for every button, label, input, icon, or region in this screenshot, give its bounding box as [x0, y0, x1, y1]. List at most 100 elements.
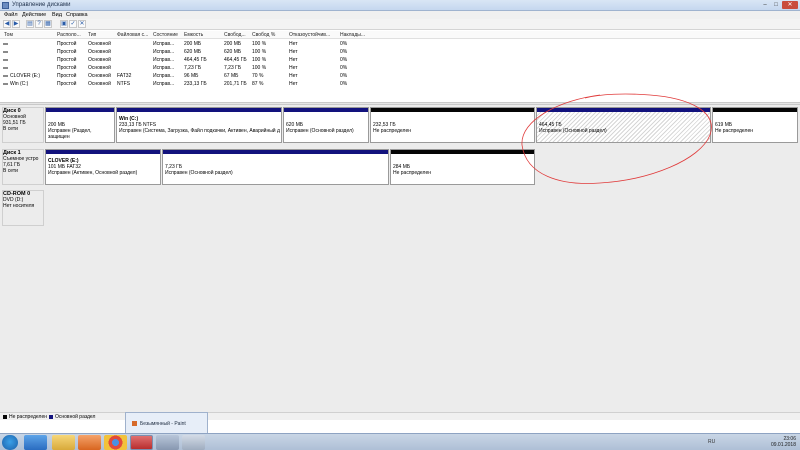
- col-volume[interactable]: Том: [4, 32, 13, 38]
- back-icon[interactable]: ◀: [3, 20, 11, 28]
- help-icon[interactable]: ?: [35, 20, 43, 28]
- disk-0-label[interactable]: Диск 0 Основной 931,51 ГБ В сети: [2, 107, 44, 143]
- cell-volume: CLOVER (E:): [10, 73, 41, 79]
- cell-type: Основной: [88, 81, 111, 87]
- col-status[interactable]: Состояние: [153, 32, 178, 38]
- start-orb[interactable]: [2, 435, 18, 450]
- refresh-icon[interactable]: ▦: [44, 20, 52, 28]
- table-row[interactable]: CLOVER (E:) Простой Основной FAT32 Испра…: [0, 72, 800, 80]
- cell-status: Исправ...: [153, 65, 175, 71]
- table-row[interactable]: Простой Основной Исправ... 464,45 ГБ 464…: [0, 56, 800, 64]
- cell-free: 7,23 ГБ: [224, 65, 242, 71]
- primary-partition-bar: [117, 108, 281, 112]
- menu-file[interactable]: Файл: [4, 12, 18, 18]
- col-type[interactable]: Тип: [88, 32, 96, 38]
- menu-help[interactable]: Справка: [66, 12, 88, 18]
- maximize-button[interactable]: □: [771, 1, 781, 9]
- cell-type: Основной: [88, 65, 111, 71]
- toolbar: ◀ ▶ ▤ ? ▦ ▣ ✓ ✕: [0, 19, 800, 30]
- close-button[interactable]: ✕: [782, 1, 798, 9]
- col-filesystem[interactable]: Файловая с...: [117, 32, 148, 38]
- window-title: Управление дисками: [12, 2, 71, 8]
- table-row[interactable]: Простой Основной Исправ... 7,23 ГБ 7,23 …: [0, 64, 800, 72]
- cell-status: Исправ...: [153, 49, 175, 55]
- cell-layout: Простой: [57, 81, 77, 87]
- disk-status: В сети: [3, 126, 18, 132]
- col-overhead[interactable]: Наклады...: [340, 32, 365, 38]
- connect-icon[interactable]: ▣: [60, 20, 68, 28]
- partition-block[interactable]: 620 МБ Исправен (Основной раздел): [283, 107, 369, 143]
- partition-block[interactable]: Win (C:) 233,13 ГБ NTFS Исправен (Система,…: [116, 107, 282, 143]
- menu-action[interactable]: Действие: [22, 12, 46, 18]
- cell-free-pct: 100 %: [252, 41, 267, 47]
- disk-1-label[interactable]: Диск 1 Съемное устро 7,61 ГБ В сети: [2, 149, 44, 185]
- primary-partition-bar: [46, 108, 114, 112]
- volume-table-header: Том Располо... Тип Файловая с... Состоян…: [0, 31, 800, 39]
- disk-management-icon[interactable]: [156, 435, 179, 450]
- legend-swatch-unallocated: [3, 415, 7, 419]
- media-player-icon[interactable]: [78, 435, 101, 450]
- cell-free: 200 МБ: [224, 41, 242, 47]
- paint-thumbnail-popup[interactable]: Безымянный - Paint: [125, 412, 208, 434]
- drive-icon: [3, 42, 8, 45]
- table-row[interactable]: Простой Основной Исправ... 620 МБ 620 МБ…: [0, 48, 800, 56]
- cell-fs: FAT32: [117, 73, 132, 79]
- partition-status: Исправен (Основной раздел): [286, 128, 354, 134]
- legend-primary: Основной раздел: [55, 414, 96, 420]
- cell-layout: Простой: [57, 41, 77, 47]
- partition-status: Исправен (Основной раздел): [539, 128, 607, 134]
- cell-layout: Простой: [57, 49, 77, 55]
- cell-overhead: 0%: [340, 81, 348, 87]
- cell-capacity: 620 МБ: [184, 49, 202, 55]
- check-icon[interactable]: ✓: [69, 20, 77, 28]
- paint-icon[interactable]: [130, 435, 153, 450]
- partition-block[interactable]: 284 МБ Не распределен: [390, 149, 535, 185]
- cell-free-pct: 100 %: [252, 65, 267, 71]
- cell-fs: NTFS: [117, 81, 131, 87]
- cdrom-label[interactable]: CD-ROM 0 DVD (D:) Нет носителя: [2, 190, 44, 226]
- cell-fault: Нет: [289, 81, 298, 87]
- properties-icon[interactable]: ▤: [26, 20, 34, 28]
- cell-fault: Нет: [289, 65, 298, 71]
- paint-window-title: Безымянный - Paint: [140, 421, 186, 427]
- cell-capacity: 7,23 ГБ: [184, 65, 202, 71]
- forward-icon[interactable]: ▶: [12, 20, 20, 28]
- col-fault-tolerance[interactable]: Отказоустойчив...: [289, 32, 330, 38]
- col-free-pct[interactable]: Свобод %: [252, 32, 275, 38]
- table-row[interactable]: Простой Основной Исправ... 200 МБ 200 МБ…: [0, 40, 800, 48]
- partition-block[interactable]: 232,53 ГБ Не распределен: [370, 107, 535, 143]
- generic-app-icon[interactable]: [182, 435, 205, 450]
- ie-icon[interactable]: [24, 435, 47, 450]
- table-row[interactable]: Win (C:) Простой Основной NTFS Исправ...…: [0, 80, 800, 88]
- cancel-icon[interactable]: ✕: [78, 20, 86, 28]
- cell-status: Исправ...: [153, 73, 175, 79]
- primary-partition-bar: [46, 150, 160, 154]
- cell-overhead: 0%: [340, 73, 348, 79]
- partition-block[interactable]: 200 МБ Исправен (Раздел, защищен: [45, 107, 115, 143]
- minimize-button[interactable]: –: [760, 1, 770, 9]
- menu-view[interactable]: Вид: [52, 12, 62, 18]
- chrome-icon[interactable]: [104, 435, 127, 450]
- partition-block-selected[interactable]: 464,45 ГБ Исправен (Основной раздел): [536, 107, 711, 143]
- col-free[interactable]: Свобод...: [224, 32, 246, 38]
- cell-free-pct: 70 %: [252, 73, 264, 79]
- partition-status: Исправен (Раздел, защищен: [48, 128, 92, 140]
- partition-block[interactable]: 7,23 ГБ Исправен (Основной раздел): [162, 149, 389, 185]
- cell-status: Исправ...: [153, 41, 175, 47]
- partition-status: Исправен (Основной раздел): [165, 170, 233, 176]
- primary-partition-bar: [537, 108, 710, 112]
- col-capacity[interactable]: Емкость: [184, 32, 203, 38]
- system-clock[interactable]: 23:06 09.01.2018: [771, 436, 796, 448]
- partition-block[interactable]: 619 МБ Не распределен: [712, 107, 798, 143]
- paint-icon: [132, 421, 137, 426]
- cell-free: 201,71 ГБ: [224, 81, 247, 87]
- cell-capacity: 200 МБ: [184, 41, 202, 47]
- language-indicator[interactable]: RU: [708, 439, 715, 445]
- legend-unallocated: Не распределен: [9, 414, 47, 420]
- partition-block[interactable]: CLOVER (E:) 101 МБ FAT32 Исправен (Активен…: [45, 149, 161, 185]
- cell-free-pct: 100 %: [252, 57, 267, 63]
- explorer-icon[interactable]: [52, 435, 75, 450]
- menu-bar: Файл Действие Вид Справка: [0, 11, 800, 19]
- cell-layout: Простой: [57, 73, 77, 79]
- col-layout[interactable]: Располо...: [57, 32, 81, 38]
